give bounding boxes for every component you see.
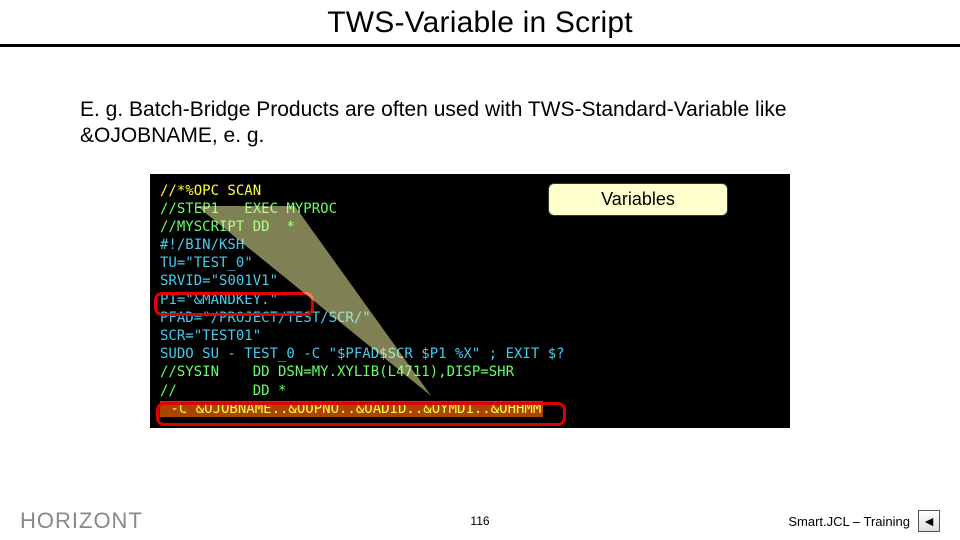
- code-line-2: //STEP1 EXEC MYPROC: [160, 201, 337, 217]
- code-line-7: P1="&MANDKEY.": [160, 292, 278, 308]
- code-line-11: //SYSIN DD DSN=MY.XYLIB(L4711),DISP=SHR: [160, 364, 514, 380]
- code-line-6: SRVID="S001V1": [160, 273, 278, 289]
- code-line-9: SCR="TEST01": [160, 328, 261, 344]
- callout-label: Variables: [548, 183, 728, 216]
- code-content: //*%OPC SCAN //STEP1 EXEC MYPROC //MYSCR…: [160, 182, 780, 418]
- back-button[interactable]: ◄: [918, 510, 940, 532]
- code-line-4: #!/BIN/KSH: [160, 237, 244, 253]
- code-line-1: //*%OPC SCAN: [160, 183, 261, 199]
- page-number: 116: [470, 514, 489, 528]
- code-line-13: -C &OJOBNAME..&OOPNO..&OADID..&OYMD1..&O…: [160, 401, 543, 417]
- code-line-3: //MYSCRIPT DD *: [160, 219, 295, 235]
- footer-course-name: Smart.JCL – Training: [788, 514, 910, 529]
- intro-text: E. g. Batch-Bridge Products are often us…: [0, 47, 960, 150]
- footer: HORIZONT 116 Smart.JCL – Training ◄: [0, 508, 960, 534]
- footer-brand: HORIZONT: [20, 508, 143, 534]
- code-line-10: SUDO SU - TEST_0 -C "$PFAD$SCR $P1 %X" ;…: [160, 346, 565, 362]
- code-line-8: PFAD="/PROJECT/TEST/SCR/": [160, 310, 371, 326]
- code-block: Variables //*%OPC SCAN //STEP1 EXEC MYPR…: [150, 174, 790, 428]
- code-line-5: TU="TEST_0": [160, 255, 253, 271]
- page-title: TWS-Variable in Script: [0, 0, 960, 44]
- code-line-12: // DD *: [160, 383, 286, 399]
